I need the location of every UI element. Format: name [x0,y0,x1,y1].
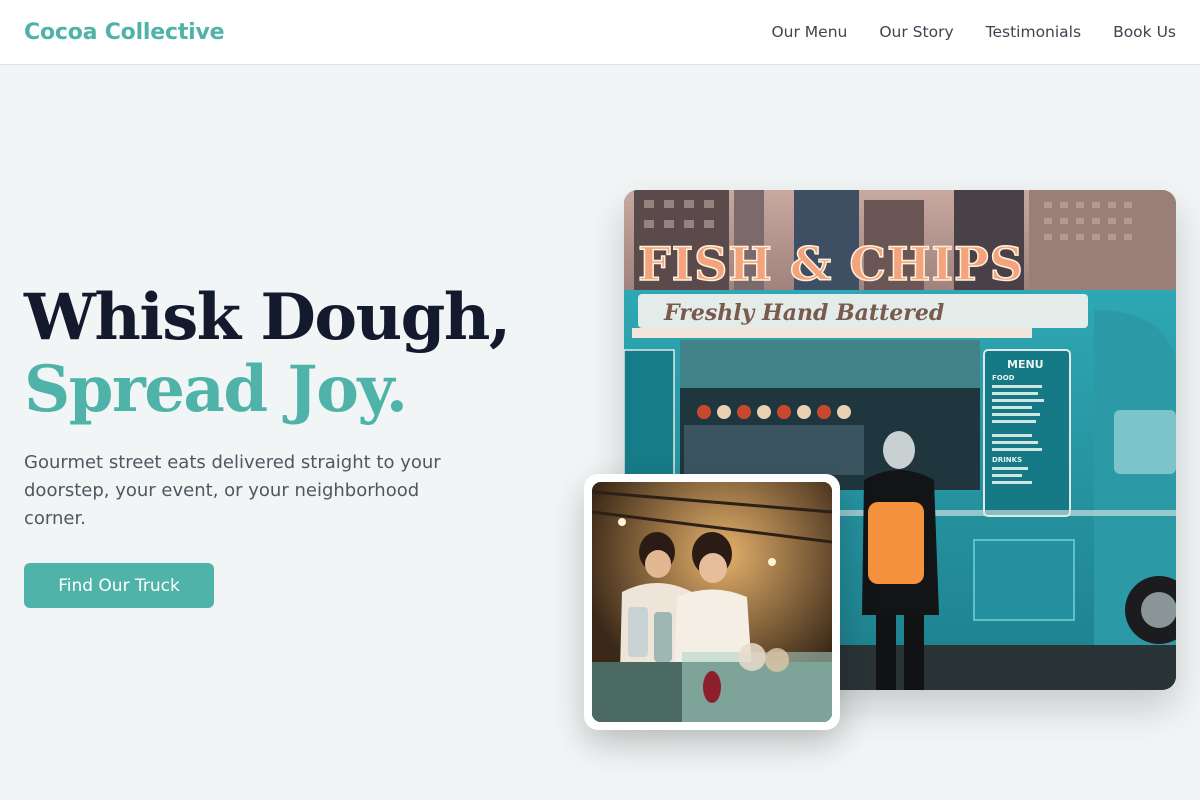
menu-board-drinks: DRINKS [992,456,1022,464]
market-vendors-illustration [592,482,832,722]
hero-title: Whisk Dough, Spread Joy. [24,280,511,427]
awning-text: Freshly Hand Battered [663,300,944,326]
menu-board-food: FOOD [992,374,1015,382]
inset-photo-frame [584,474,840,730]
hero-title-line-1: Whisk Dough, [24,280,511,355]
fish-and-chips-sign: FISH & CHIPS [638,237,1024,291]
nav-link-our-story[interactable]: Our Story [879,23,953,41]
hero-title-line-2: Spread Joy. [24,352,408,427]
site-header: Cocoa Collective Our Menu Our Story Test… [0,0,1200,65]
find-our-truck-button[interactable]: Find Our Truck [24,563,214,608]
main-nav: Our Menu Our Story Testimonials Book Us [771,23,1176,41]
nav-link-book-us[interactable]: Book Us [1113,23,1176,41]
nav-link-our-menu[interactable]: Our Menu [771,23,847,41]
market-vendors-photo [592,482,832,722]
hero-subtitle: Gourmet street eats delivered straight t… [24,452,441,529]
brand-logo[interactable]: Cocoa Collective [24,20,225,45]
menu-board-heading: MENU [1007,358,1044,371]
nav-link-testimonials[interactable]: Testimonials [986,23,1081,41]
